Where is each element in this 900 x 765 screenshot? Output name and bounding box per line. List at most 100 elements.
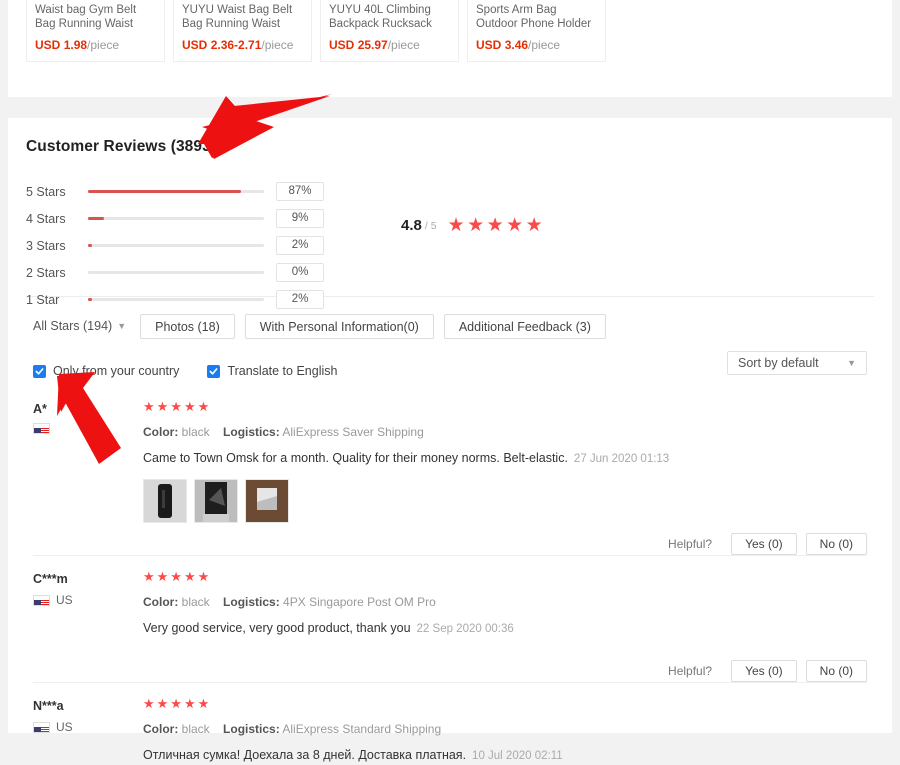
product-title: YUYU Waist Bag Belt Bag Running Waist Ba… bbox=[182, 4, 293, 30]
logistics-label: Logistics: bbox=[223, 722, 280, 736]
reviewer-name: N***a bbox=[33, 699, 64, 713]
chevron-down-icon: ▼ bbox=[847, 358, 856, 368]
price-unit: /piece bbox=[261, 38, 294, 52]
all-stars-label: All Stars (194) bbox=[33, 319, 113, 333]
product-title: Sports Arm Bag Outdoor Phone Holder bbox=[476, 4, 592, 30]
sort-dropdown-value: Sort by default bbox=[738, 356, 819, 370]
review-logistics-value: 4PX Singapore Post OM Pro bbox=[283, 595, 436, 609]
review-text: Отличная сумка! Доехала за 8 дней. Доста… bbox=[143, 748, 467, 762]
reviewer-info: N***a US bbox=[33, 699, 138, 734]
review-text-row: Came to Town Omsk for a month. Quality f… bbox=[143, 450, 867, 468]
rating-bar-track bbox=[88, 190, 264, 193]
checkbox-translate-to-english[interactable] bbox=[207, 364, 221, 378]
product-card[interactable]: Sports Arm Bag Outdoor Phone Holder USD … bbox=[467, 0, 606, 62]
price-unit: /piece bbox=[387, 38, 420, 52]
average-rating-stars-icon: ★★★★★ bbox=[447, 215, 546, 236]
review-color-value: black bbox=[181, 722, 210, 736]
rating-bar-row[interactable]: 3 Stars 2% bbox=[26, 232, 324, 259]
review-photo-thumbnail[interactable] bbox=[194, 479, 238, 523]
reviewer-country-code: US bbox=[56, 720, 73, 734]
product-card-list: Waist bag Gym Belt Bag Running Waist Bag… bbox=[26, 0, 874, 62]
review-date: 27 Jun 2020 01:13 bbox=[573, 453, 670, 465]
review-stars-icon: ★★★★★ bbox=[143, 696, 212, 711]
us-flag-icon bbox=[33, 721, 50, 733]
review-helpful-bar: Helpful? Yes (0) No (0) bbox=[143, 533, 867, 555]
checkbox-only-from-your-country[interactable] bbox=[33, 364, 46, 378]
product-price: USD 3.46/piece bbox=[476, 38, 597, 52]
rating-bar-row[interactable]: 1 Star 2% bbox=[26, 286, 324, 313]
recommended-products-panel: Waist bag Gym Belt Bag Running Waist Bag… bbox=[8, 0, 892, 97]
logistics-label: Logistics: bbox=[223, 595, 280, 609]
review-body: ★★★★★ Color: black Logistics: AliExpress… bbox=[143, 400, 867, 555]
filter-chip-personal-information[interactable]: With Personal Information(0) bbox=[244, 313, 434, 339]
helpful-yes-button[interactable]: Yes (0) bbox=[731, 533, 797, 555]
page-title: Customer Reviews (3893) bbox=[26, 138, 217, 155]
review-photo-thumbnail[interactable] bbox=[143, 479, 187, 523]
rating-bar-label: 2 Stars bbox=[26, 265, 66, 280]
review-attributes: Color: black Logistics: AliExpress Saver… bbox=[143, 425, 867, 439]
review-body: ★★★★★ Color: black Logistics: AliExpress… bbox=[143, 697, 867, 765]
price-amount: 1.98 bbox=[63, 38, 88, 52]
review-stars-icon: ★★★★★ bbox=[143, 399, 212, 414]
reviewer-info: C***m US bbox=[33, 572, 138, 607]
price-currency: USD bbox=[329, 38, 355, 52]
helpful-no-button[interactable]: No (0) bbox=[805, 533, 867, 555]
filter-chip-additional-feedback[interactable]: Additional Feedback (3) bbox=[443, 313, 606, 339]
us-flag-icon bbox=[33, 594, 50, 606]
price-currency: USD bbox=[182, 38, 208, 52]
price-unit: /piece bbox=[87, 38, 120, 52]
filter-chip-photos[interactable]: Photos (18) bbox=[140, 313, 235, 339]
review-date: 10 Jul 2020 02:11 bbox=[472, 750, 563, 762]
review-date: 22 Sep 2020 00:36 bbox=[416, 623, 514, 635]
reviewer-country bbox=[33, 423, 138, 434]
rating-bar-label: 3 Stars bbox=[26, 238, 66, 253]
price-amount: 25.97 bbox=[357, 38, 388, 52]
review-color-value: black bbox=[181, 425, 210, 439]
review-body: ★★★★★ Color: black Logistics: 4PX Singap… bbox=[143, 570, 867, 682]
helpful-yes-button[interactable]: Yes (0) bbox=[731, 660, 797, 682]
rating-bar-row[interactable]: 4 Stars 9% bbox=[26, 205, 324, 232]
review-item: C***m US ★★★★★ Color: black Logistics: 4… bbox=[8, 556, 892, 682]
rating-bar-percent: 0% bbox=[276, 263, 324, 282]
rating-bar-label: 1 Star bbox=[26, 292, 60, 307]
helpful-no-button[interactable]: No (0) bbox=[805, 660, 867, 682]
product-card[interactable]: Waist bag Gym Belt Bag Running Waist Bag… bbox=[26, 0, 165, 62]
price-amount: 2.36-2.71 bbox=[210, 38, 262, 52]
rating-bar-row[interactable]: 5 Stars 87% bbox=[26, 178, 324, 205]
review-text: Came to Town Omsk for a month. Quality f… bbox=[143, 451, 568, 465]
rating-bar-label: 5 Stars bbox=[26, 184, 66, 199]
rating-bar-track bbox=[88, 244, 264, 247]
all-stars-dropdown[interactable]: All Stars (194) ▼ bbox=[33, 319, 126, 333]
reviewer-country: US bbox=[33, 593, 138, 607]
rating-bar-track bbox=[88, 217, 264, 220]
rating-bar-row[interactable]: 2 Stars 0% bbox=[26, 259, 324, 286]
rating-bar-percent: 9% bbox=[276, 209, 324, 228]
check-icon bbox=[35, 367, 44, 375]
review-photo-list bbox=[143, 479, 867, 523]
product-price: USD 2.36-2.71/piece bbox=[182, 38, 303, 52]
label-only-from-your-country[interactable]: Only from your country bbox=[53, 364, 179, 378]
average-rating-denominator: / 5 bbox=[424, 219, 437, 232]
sort-dropdown[interactable]: Sort by default ▼ bbox=[727, 351, 867, 375]
label-translate-to-english[interactable]: Translate to English bbox=[227, 364, 337, 378]
product-title: YUYU 40L Climbing Backpack Rucksack bbox=[329, 4, 432, 30]
check-icon bbox=[209, 367, 218, 375]
color-label: Color: bbox=[143, 425, 179, 439]
reviewer-name: A* bbox=[33, 402, 47, 416]
review-text-row: Very good service, very good product, th… bbox=[143, 620, 867, 638]
product-card[interactable]: YUYU 40L Climbing Backpack Rucksack USD … bbox=[320, 0, 459, 62]
color-label: Color: bbox=[143, 595, 179, 609]
price-unit: /piece bbox=[528, 38, 561, 52]
product-card[interactable]: YUYU Waist Bag Belt Bag Running Waist Ba… bbox=[173, 0, 312, 62]
customer-reviews-panel: Customer Reviews (3893) 5 Stars 87% 4 St… bbox=[8, 118, 892, 762]
rating-bar-fill bbox=[88, 244, 92, 247]
review-stars-icon: ★★★★★ bbox=[143, 569, 212, 584]
reviewer-country: US bbox=[33, 720, 138, 734]
price-amount: 3.46 bbox=[504, 38, 529, 52]
review-color-value: black bbox=[181, 595, 210, 609]
review-photo-thumbnail[interactable] bbox=[245, 479, 289, 523]
review-text: Very good service, very good product, th… bbox=[143, 621, 411, 635]
rating-bar-fill bbox=[88, 298, 92, 301]
logistics-label: Logistics: bbox=[223, 425, 280, 439]
reviewer-country-code: US bbox=[56, 593, 73, 607]
